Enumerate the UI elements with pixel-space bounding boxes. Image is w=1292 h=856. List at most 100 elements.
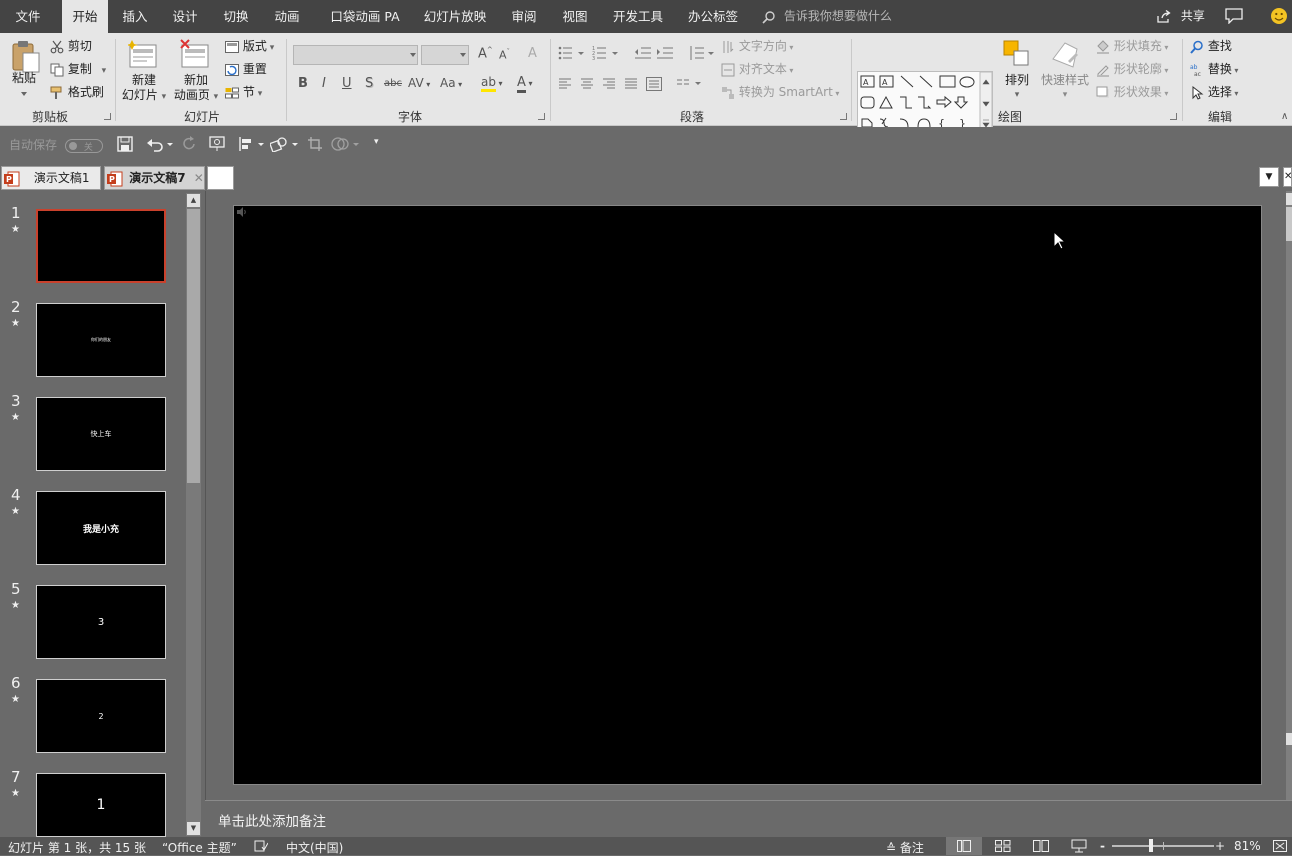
start-slideshow-icon[interactable] [209, 136, 227, 152]
zoom-in-button[interactable]: + [1215, 839, 1225, 853]
italic-button[interactable]: I [322, 76, 326, 91]
slide-thumbnail-5[interactable]: 3 [36, 585, 166, 659]
distribute-icon[interactable] [646, 77, 662, 91]
change-case-button[interactable]: Aa ▾ [440, 76, 462, 90]
justify-icon[interactable] [624, 78, 638, 90]
tab-slideshow[interactable]: 幻灯片放映 [418, 0, 492, 33]
font-color-button[interactable]: A ▾ [517, 75, 532, 93]
copy-button[interactable]: 复制 ▾ [50, 59, 106, 79]
font-name-combo[interactable] [293, 45, 418, 65]
new-slide-button[interactable]: 新建 幻灯片 ▾ [120, 73, 168, 105]
paragraph-launcher-icon[interactable] [840, 113, 847, 120]
find-button[interactable]: 查找 [1190, 36, 1232, 56]
smartart-button[interactable]: 转换为 SmartArt ▾ [721, 82, 839, 102]
new-slide-icon[interactable] [128, 39, 160, 71]
columns-icon[interactable] [676, 78, 704, 90]
align-right-icon[interactable] [602, 78, 616, 90]
decrease-font-icon[interactable]: Aˇ [499, 48, 510, 62]
doc-tab-1[interactable]: P 演示文稿1 [1, 166, 101, 190]
align-center-icon[interactable] [580, 78, 594, 90]
undo-icon[interactable] [146, 136, 174, 152]
shape-gallery[interactable]: A A { } [857, 71, 993, 133]
decrease-indent-icon[interactable] [634, 45, 652, 61]
tab-insert[interactable]: 插入 [114, 0, 156, 33]
tab-office-tab[interactable]: 办公标签 [681, 0, 745, 33]
save-icon[interactable] [117, 136, 133, 152]
scroll-thumb[interactable] [1286, 207, 1292, 241]
scroll-down-icon[interactable] [1286, 733, 1292, 745]
slide-thumbnail-1[interactable] [36, 209, 166, 283]
tab-list-dropdown-icon[interactable]: ▼ [1259, 167, 1279, 187]
zoom-out-button[interactable]: - [1100, 839, 1105, 853]
arrange-icon[interactable] [1002, 39, 1032, 69]
close-tab-icon[interactable]: ✕ [194, 171, 204, 185]
select-button[interactable]: 选择 ▾ [1190, 82, 1238, 102]
tab-file[interactable]: 文件 [0, 0, 56, 33]
scroll-thumb[interactable] [187, 209, 200, 483]
close-all-tabs-icon[interactable]: ✕ [1283, 167, 1292, 187]
zoom-level[interactable]: 81% [1234, 839, 1261, 853]
zoom-slider[interactable] [1112, 839, 1214, 852]
slide-thumbnail-3[interactable]: 快上车 [36, 397, 166, 471]
format-painter-button[interactable]: 格式刷 [50, 82, 104, 102]
slide-thumbnail-7[interactable]: 1 [36, 773, 166, 837]
slide-thumbnail-2[interactable]: 你们的朋友 [36, 303, 166, 377]
section-button[interactable]: 节 ▾ [225, 82, 262, 102]
cut-button[interactable]: 剪切 [50, 36, 92, 56]
text-direction-button[interactable]: 文字方向 ▾ [721, 36, 793, 56]
new-animation-page-icon[interactable] [180, 39, 212, 71]
bold-button[interactable]: B [298, 76, 308, 91]
share-button[interactable]: 共享 [1156, 0, 1205, 33]
notes-toggle-button[interactable]: ≙ 备注 [886, 839, 924, 856]
layout-button[interactable]: 版式 ▾ [225, 36, 274, 56]
tab-design[interactable]: 设计 [164, 0, 206, 33]
numbering-icon[interactable]: 123 [592, 45, 620, 61]
slide-scrollbar[interactable] [1286, 191, 1292, 800]
tab-pocket-animation[interactable]: 口袋动画 PA [325, 0, 405, 33]
paste-icon[interactable] [10, 39, 42, 73]
highlight-color-button[interactable]: ab ▾ [481, 75, 503, 92]
slide-thumbnail-6[interactable]: 2 [36, 679, 166, 753]
quick-styles-button[interactable]: 快速样式 ▾ [1038, 73, 1092, 103]
paste-button[interactable]: 粘贴 [8, 71, 40, 86]
increase-indent-icon[interactable] [656, 45, 674, 61]
text-shadow-button[interactable]: S [365, 76, 373, 91]
current-slide[interactable] [233, 205, 1262, 785]
align-left-icon[interactable] [558, 78, 572, 90]
new-animation-page-button[interactable]: 新加 动画页 ▾ [170, 73, 222, 105]
doc-tab-2[interactable]: P 演示文稿7 ✕ [104, 166, 205, 190]
tab-review[interactable]: 审阅 [503, 0, 545, 33]
normal-view-button[interactable] [946, 837, 982, 855]
bullets-icon[interactable] [558, 45, 586, 61]
tab-animations[interactable]: 动画 [266, 0, 308, 33]
arrange-button[interactable]: 排列 ▾ [998, 73, 1036, 103]
new-tab-button[interactable] [207, 166, 234, 190]
autosave-toggle[interactable]: 自动保存 关 [9, 136, 103, 153]
drawing-launcher-icon[interactable] [1170, 113, 1177, 120]
audio-speaker-icon[interactable] [236, 207, 248, 217]
shape-outline-button[interactable]: 形状轮廓 ▾ [1096, 59, 1168, 79]
zoom-slider-thumb[interactable] [1149, 839, 1153, 852]
scroll-up-icon[interactable] [1286, 193, 1292, 205]
redo-icon[interactable] [181, 136, 197, 152]
tab-developer[interactable]: 开发工具 [606, 0, 670, 33]
slide-sorter-icon[interactable] [995, 840, 1011, 852]
quick-styles-icon[interactable] [1050, 39, 1080, 69]
reset-button[interactable]: 重置 [225, 59, 267, 79]
thumbnail-scrollbar[interactable]: ▲ ▼ [186, 193, 201, 836]
comment-icon[interactable] [1225, 8, 1243, 24]
shape-fill-button[interactable]: 形状填充 ▾ [1096, 36, 1168, 56]
clear-formatting-icon[interactable]: A [528, 46, 537, 61]
align-text-button[interactable]: 对齐文本 ▾ [721, 59, 793, 79]
spell-check-icon[interactable] [254, 840, 268, 852]
clipboard-launcher-icon[interactable] [104, 113, 111, 120]
collapse-ribbon-icon[interactable]: ∧ [1281, 111, 1288, 122]
crop-icon[interactable] [307, 136, 323, 152]
customize-qat-icon[interactable]: ▾ [374, 137, 379, 147]
strikethrough-button[interactable]: abc [384, 78, 402, 89]
smiley-feedback-icon[interactable] [1270, 7, 1288, 25]
language-indicator[interactable]: 中文(中国) [286, 839, 343, 856]
tell-me-search[interactable]: 告诉我你想要做什么 [762, 0, 892, 33]
fit-to-window-icon[interactable] [1273, 840, 1287, 852]
shapes-dropdown-icon[interactable] [270, 136, 300, 152]
